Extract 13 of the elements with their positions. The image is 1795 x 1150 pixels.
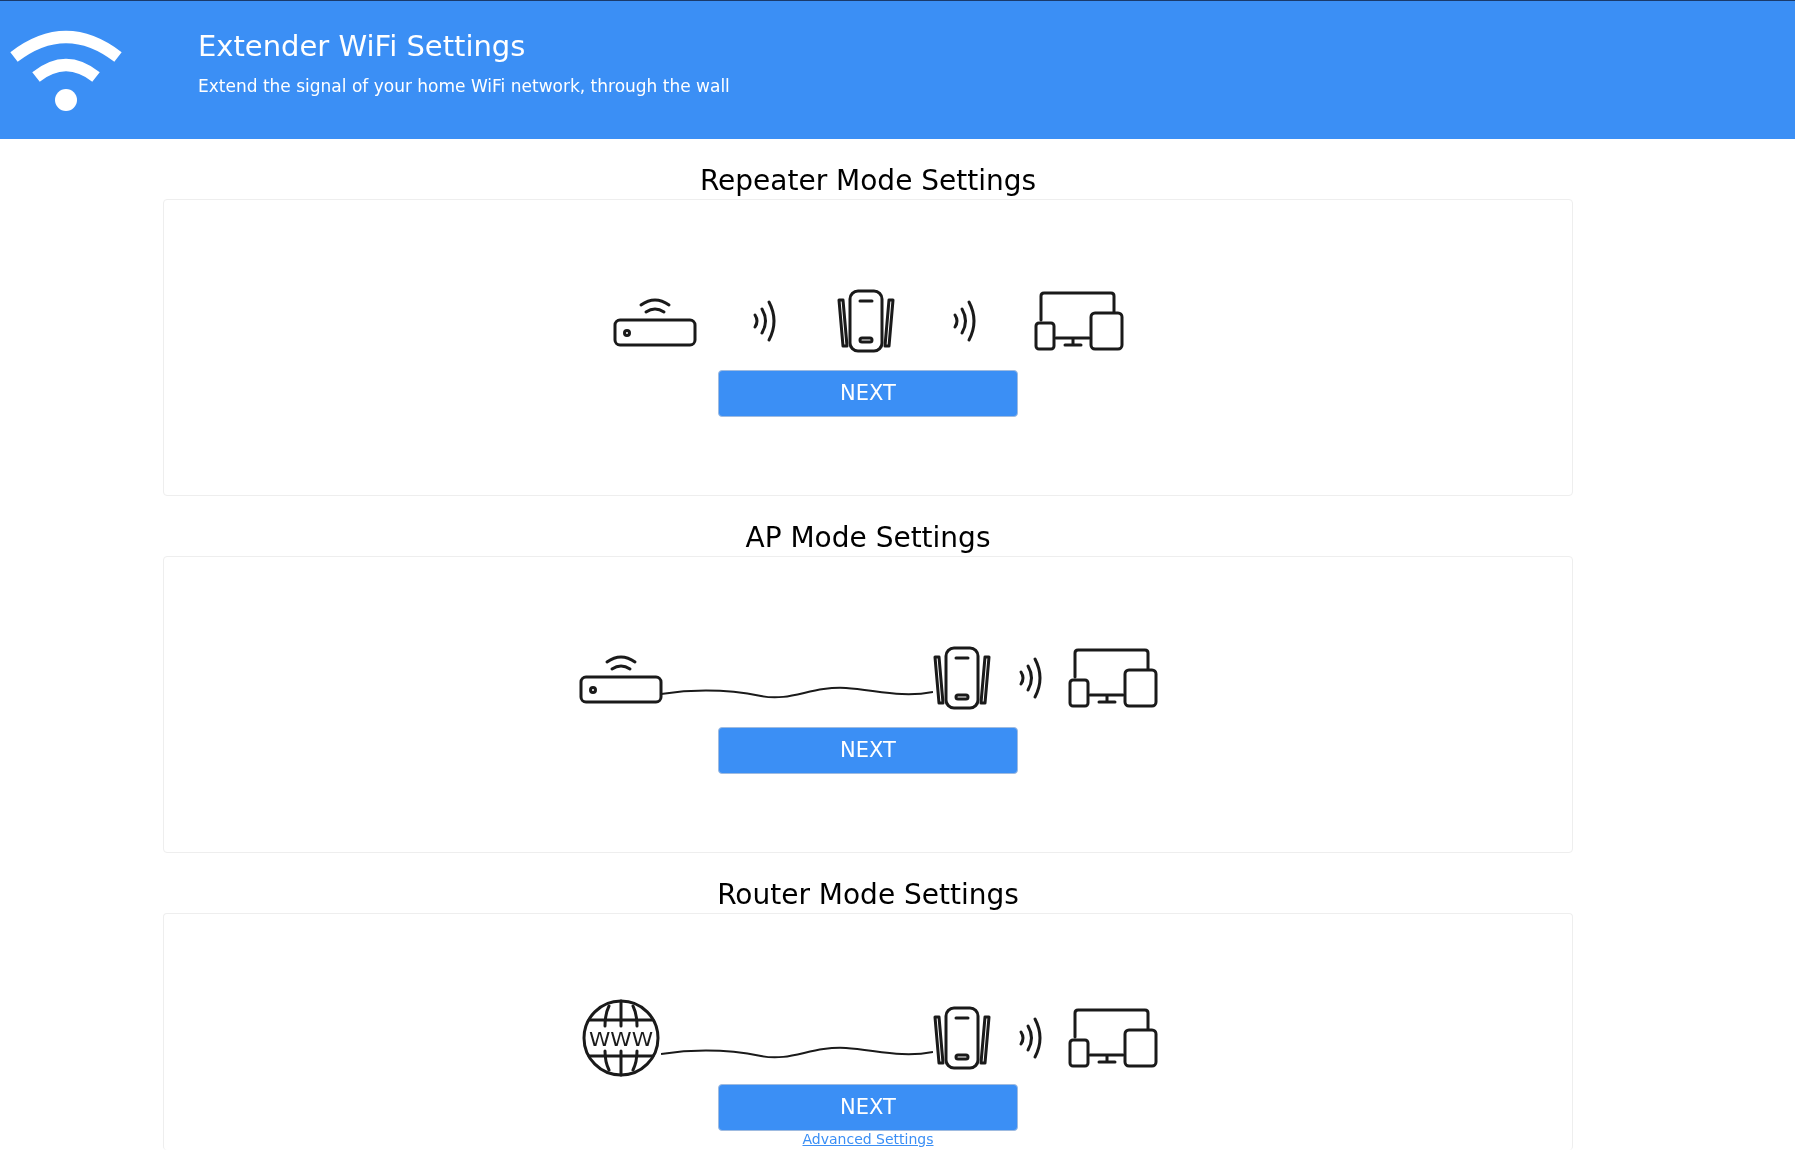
section-title: AP Mode Settings <box>745 520 991 556</box>
next-button[interactable]: NEXT <box>718 1084 1018 1131</box>
devices-icon <box>1067 647 1159 709</box>
page-title: Extender WiFi Settings <box>198 28 527 65</box>
page-subtitle: Extend the signal of your home WiFi network, through the wall <box>198 75 730 98</box>
section-title: Repeater Mode Settings <box>699 163 1037 199</box>
next-button[interactable]: NEXT <box>718 727 1018 774</box>
section-title: Router Mode Settings <box>717 877 1019 913</box>
advanced-settings-link[interactable]: Advanced Settings <box>802 1131 934 1147</box>
next-button[interactable]: NEXT <box>718 370 1018 417</box>
devices-icon <box>1067 1007 1159 1069</box>
devices-icon <box>1033 290 1125 352</box>
globe-label: WWW <box>589 1027 649 1051</box>
